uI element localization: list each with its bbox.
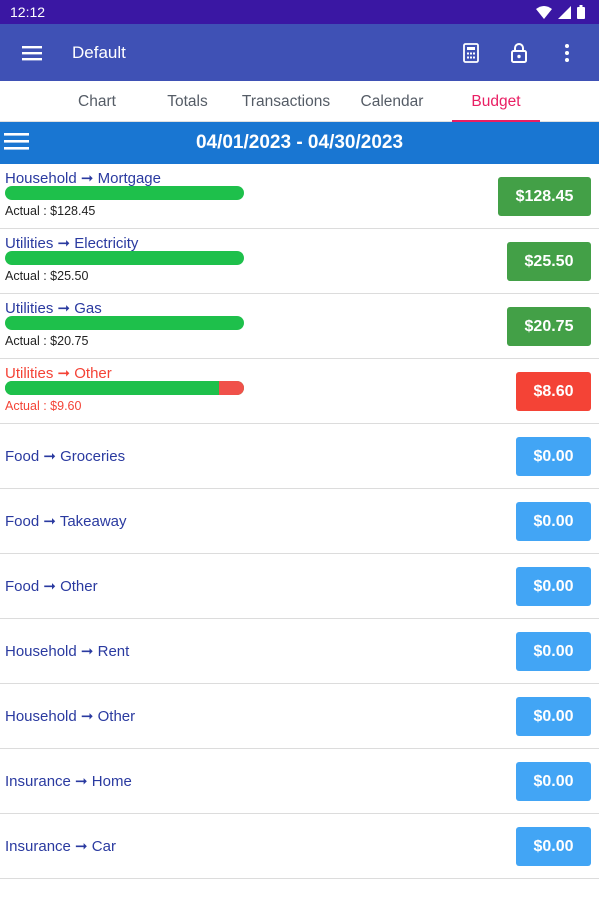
- lock-icon: [511, 43, 527, 63]
- budget-list: Household ➞ Mortgage Actual : $128.45 $128…: [0, 164, 599, 879]
- battery-icon: [577, 5, 585, 19]
- budget-row-label: Food ➞ Groceries: [5, 448, 126, 465]
- nav-menu-button[interactable]: [8, 29, 56, 77]
- calculator-icon: [463, 42, 479, 63]
- status-time: 12:12: [10, 4, 46, 20]
- budget-amount-button[interactable]: $25.50: [507, 242, 591, 281]
- budget-row[interactable]: Household ➞ Mortgage Actual : $128.45 $128…: [0, 164, 599, 229]
- budget-progress-fill: [5, 316, 244, 330]
- app-title: Default: [72, 42, 126, 62]
- budget-actual: Actual : $20.75: [5, 334, 89, 348]
- budget-row-label: Utilities ➞ Gas: [5, 300, 102, 317]
- menu-icon: [22, 45, 42, 60]
- budget-row[interactable]: Food ➞ Takeaway $0.00: [0, 489, 599, 554]
- budget-row-label: Insurance ➞ Car: [5, 838, 116, 855]
- budget-row[interactable]: Household ➞ Rent $0.00: [0, 619, 599, 684]
- budget-amount-button[interactable]: $0.00: [516, 632, 591, 671]
- budget-row-label: Insurance ➞ Home: [5, 773, 132, 790]
- budget-row[interactable]: Household ➞ Other $0.00: [0, 684, 599, 749]
- tab-calendar[interactable]: Calendar: [332, 81, 452, 122]
- date-range: 04/01/2023 - 04/30/2023: [195, 132, 404, 153]
- tab-budget[interactable]: Budget: [452, 81, 540, 123]
- budget-amount-button[interactable]: $0.00: [516, 437, 591, 476]
- budget-row-label: Household ➞ Other: [5, 708, 136, 725]
- budget-amount-button[interactable]: $0.00: [516, 697, 591, 736]
- budget-progress-bar: [5, 251, 244, 265]
- budget-row[interactable]: Utilities ➞ Other Actual : $9.60 $8.60: [0, 359, 599, 424]
- tab-totals[interactable]: Totals: [135, 81, 240, 122]
- budget-overspend-fill: [219, 381, 244, 395]
- budget-amount-button[interactable]: $128.45: [498, 177, 591, 216]
- budget-row-label: Household ➞ Rent: [5, 643, 130, 660]
- budget-row[interactable]: Food ➞ Other $0.00: [0, 554, 599, 619]
- tab-bar: Chart Totals Transactions Calendar Budge…: [0, 81, 599, 123]
- calculator-button[interactable]: [447, 29, 495, 77]
- budget-progress-fill: [5, 186, 244, 200]
- date-range-bar: 04/01/2023 - 04/30/2023: [0, 122, 599, 164]
- overflow-menu-button[interactable]: [543, 29, 591, 77]
- status-icons: [536, 5, 585, 19]
- budget-row-label: Household ➞ Mortgage: [5, 170, 161, 187]
- budget-row-label: Food ➞ Takeaway: [5, 513, 127, 530]
- budget-row-label: Food ➞ Other: [5, 578, 98, 595]
- budget-row-label: Utilities ➞ Other: [5, 365, 112, 382]
- tab-chart[interactable]: Chart: [59, 81, 135, 122]
- signal-icon: [558, 5, 571, 19]
- budget-amount-button[interactable]: $20.75: [507, 307, 591, 346]
- budget-progress-fill: [5, 381, 220, 395]
- budget-progress-bar: [5, 316, 244, 330]
- budget-actual: Actual : $128.45: [5, 204, 96, 218]
- budget-amount-button[interactable]: $8.60: [516, 372, 591, 411]
- budget-amount-button[interactable]: $0.00: [516, 827, 591, 866]
- app-bar: Default: [0, 24, 599, 81]
- budget-progress-fill: [5, 251, 244, 265]
- budget-row[interactable]: Food ➞ Groceries $0.00: [0, 424, 599, 489]
- budget-row[interactable]: Utilities ➞ Electricity Actual : $25.50 $2…: [0, 229, 599, 294]
- budget-row[interactable]: Insurance ➞ Car $0.00: [0, 814, 599, 879]
- status-bar: 12:12: [0, 0, 599, 24]
- budget-amount-button[interactable]: $0.00: [516, 762, 591, 801]
- lock-button[interactable]: [495, 29, 543, 77]
- budget-row[interactable]: Insurance ➞ Home $0.00: [0, 749, 599, 814]
- budget-amount-button[interactable]: $0.00: [516, 567, 591, 606]
- budget-actual: Actual : $9.60: [5, 399, 82, 413]
- wifi-icon: [536, 5, 552, 19]
- budget-progress-bar: [5, 186, 244, 200]
- budget-actual: Actual : $25.50: [5, 269, 89, 283]
- budget-row[interactable]: Utilities ➞ Gas Actual : $20.75 $20.75: [0, 294, 599, 359]
- menu-icon: [4, 133, 29, 150]
- more-vert-icon: [565, 43, 569, 62]
- date-menu-button[interactable]: [4, 131, 29, 156]
- tab-transactions[interactable]: Transactions: [240, 81, 332, 122]
- budget-progress-bar: [5, 381, 244, 395]
- budget-amount-button[interactable]: $0.00: [516, 502, 591, 541]
- budget-row-label: Utilities ➞ Electricity: [5, 235, 139, 252]
